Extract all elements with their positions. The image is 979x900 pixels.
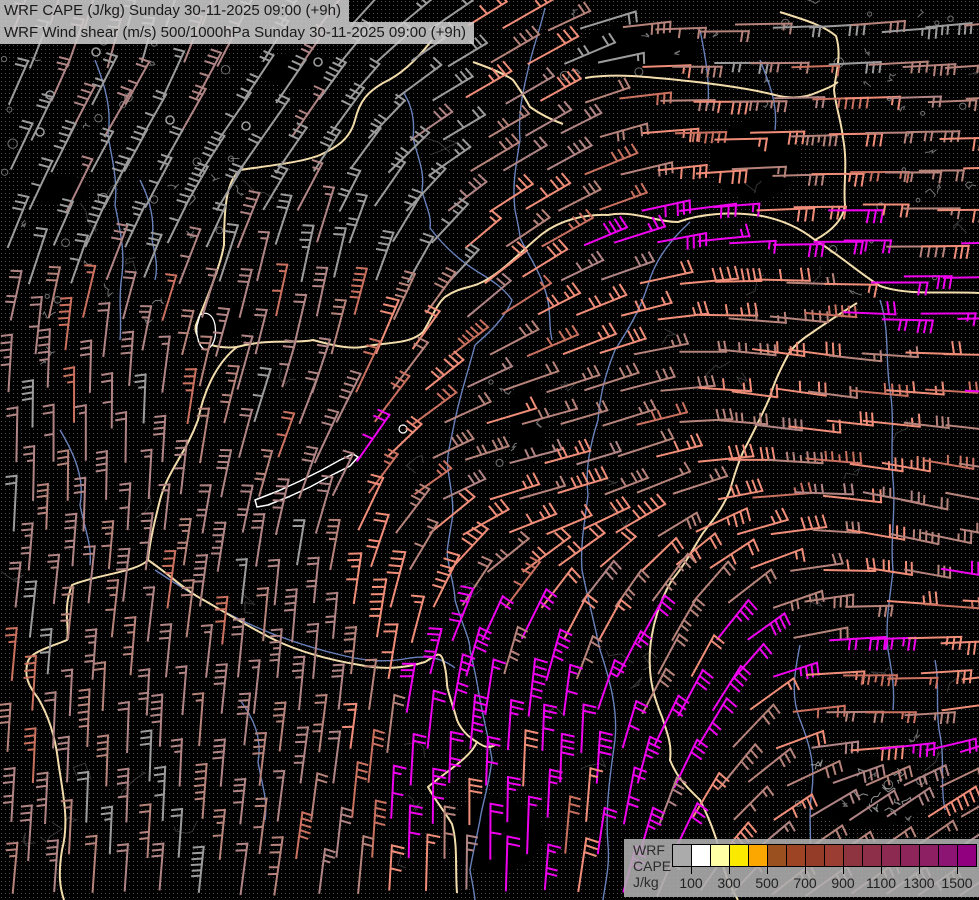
legend-tick-mark (843, 867, 844, 874)
map-title-windshear-text: WRF Wind shear (m/s) 500/1000hPa Sunday … (4, 24, 467, 41)
legend-color-cell (806, 844, 825, 867)
legend-color-cell (749, 844, 768, 867)
legend-color-cell (768, 844, 787, 867)
legend-color-cell (863, 844, 882, 867)
legend-tick-mark (919, 867, 920, 874)
cape-legend-ticklabels: 100 300 500 700 900 1100 1300 1500 (672, 875, 978, 893)
legend-tick-label: 1300 (903, 875, 935, 891)
legend-color-cell (730, 844, 749, 867)
legend-tick-label: 900 (831, 875, 855, 891)
cape-legend-labels: WRF CAPE J/kg (633, 842, 671, 890)
legend-color-cell (787, 844, 806, 867)
legend-color-cell (882, 844, 901, 867)
legend-label-model: WRF (633, 842, 665, 858)
weather-map-stage: WRF CAPE (J/kg) Sunday 30-11-2025 09:00 … (0, 0, 979, 900)
legend-color-cell (692, 844, 711, 867)
legend-color-cell (672, 844, 692, 867)
legend-color-cell (711, 844, 730, 867)
legend-tick-mark (957, 867, 958, 874)
cape-legend: WRF CAPE J/kg 100 300 500 700 900 1100 1300 150… (624, 839, 979, 897)
legend-tick-label: 500 (755, 875, 779, 891)
legend-tick-mark (881, 867, 882, 874)
legend-tick-mark (691, 867, 692, 874)
legend-color-cell (920, 844, 939, 867)
legend-color-cell (844, 844, 863, 867)
map-title-cape-text: WRF CAPE (J/kg) Sunday 30-11-2025 09:00 … (4, 2, 341, 19)
legend-label-variable: CAPE (633, 858, 672, 874)
legend-color-cell (901, 844, 920, 867)
legend-tick-label: 700 (793, 875, 817, 891)
cape-legend-tickmarks (672, 867, 978, 875)
legend-tick-label: 1500 (941, 875, 973, 891)
cape-legend-colorbar (672, 844, 977, 867)
legend-tick-label: 100 (679, 875, 703, 891)
legend-tick-label: 1100 (865, 875, 897, 891)
legend-color-cell (825, 844, 844, 867)
legend-color-cell (939, 844, 958, 867)
legend-color-cell (958, 844, 977, 867)
legend-tick-label: 300 (717, 875, 741, 891)
legend-tick-mark (805, 867, 806, 874)
map-title-cape: WRF CAPE (J/kg) Sunday 30-11-2025 09:00 … (0, 0, 349, 22)
weather-map (0, 0, 979, 900)
legend-tick-mark (729, 867, 730, 874)
lake-neusiedl (196, 312, 217, 351)
legend-tick-mark (767, 867, 768, 874)
map-title-windshear: WRF Wind shear (m/s) 500/1000hPa Sunday … (0, 22, 475, 44)
legend-label-unit: J/kg (633, 874, 659, 890)
